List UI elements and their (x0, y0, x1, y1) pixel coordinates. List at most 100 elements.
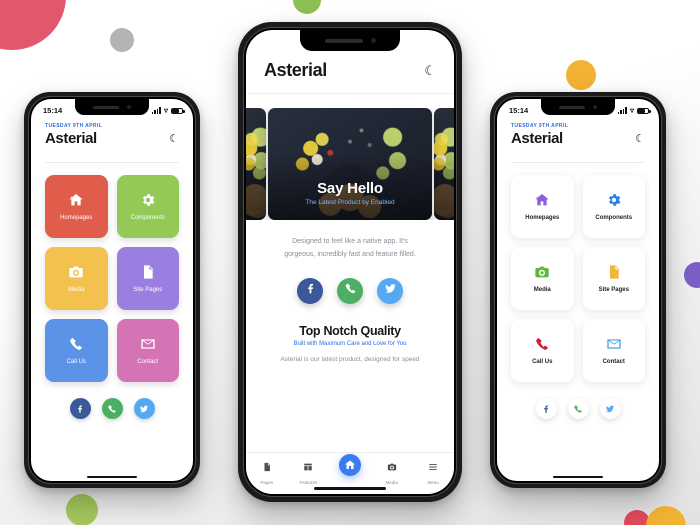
social-button-phone[interactable] (567, 398, 589, 419)
intro-blurb: Designed to feel like a native app. It's… (246, 220, 454, 262)
tile-label: Homepages (525, 215, 560, 221)
circle-gray-top (110, 28, 134, 52)
facebook-icon (75, 404, 85, 414)
tile-contact[interactable]: Contact (582, 319, 645, 382)
carousel-slide-next[interactable] (434, 108, 454, 220)
right-status-bar: 15:14 ▿ (497, 99, 659, 117)
tile-media[interactable]: Media (45, 247, 108, 310)
tile-label: Site Pages (598, 287, 629, 293)
center-phone-notch (300, 30, 400, 51)
right-app-header: TUESDAY 9TH APRIL Asterial ☾ (497, 117, 659, 155)
left-tile-grid: Homepages Components Media Site Pages Call U… (31, 163, 193, 382)
left-app-header: TUESDAY 9TH APRIL Asterial ☾ (31, 117, 193, 155)
social-button-phone[interactable] (337, 277, 363, 304)
center-social-row (246, 262, 454, 304)
carousel-slide-active[interactable]: Say Hello The Latest Product by Enabled (268, 108, 432, 220)
tab-label: Pages (260, 480, 274, 485)
social-button-twitter[interactable] (599, 398, 621, 419)
tile-label: Contact (602, 359, 625, 365)
social-button-phone[interactable] (101, 398, 123, 419)
social-button-facebook[interactable] (69, 398, 91, 419)
header-divider (246, 93, 454, 94)
tile-label: Contact (137, 359, 159, 365)
tile-components[interactable]: Components (582, 175, 645, 238)
center-phone-screen: Asterial ☾ Say Hello The Latest Product … (246, 30, 454, 494)
menu-icon (428, 459, 438, 477)
right-phone-bezel: 15:14 ▿ TUESDAY 9TH APRIL Asterial ☾ Hom (494, 96, 662, 484)
tile-site-pages[interactable]: Site Pages (582, 247, 645, 310)
circle-green-bottomleft (66, 494, 98, 525)
tile-call-us[interactable]: Call Us (45, 319, 108, 382)
food-photo (434, 108, 454, 220)
gear-icon (140, 192, 156, 208)
tab-label: Features (299, 480, 318, 485)
tile-call-us[interactable]: Call Us (511, 319, 574, 382)
section-title: Top Notch Quality (299, 323, 401, 338)
home-icon (68, 192, 84, 208)
hero-title: Say Hello (317, 180, 383, 197)
carousel-slide-prev[interactable] (246, 108, 266, 220)
food-photo (246, 108, 266, 220)
moon-icon[interactable]: ☾ (424, 63, 436, 79)
home-indicator (553, 475, 603, 478)
left-phone-screen: 15:14 ▿ TUESDAY 9TH APRIL Asterial ☾ Hom (31, 99, 193, 481)
circle-yellow-bottomright (646, 506, 686, 525)
home-icon (338, 454, 361, 476)
social-button-twitter[interactable] (377, 277, 403, 304)
tab-media[interactable]: Media (371, 459, 413, 485)
social-button-facebook[interactable] (297, 277, 323, 304)
section-body: Asterial is our latest product, designed… (280, 355, 420, 363)
tile-media[interactable]: Media (511, 247, 574, 310)
tile-contact[interactable]: Contact (116, 319, 179, 382)
tab-home[interactable] (329, 454, 371, 476)
battery-icon (171, 107, 185, 114)
facebook-icon (541, 404, 551, 414)
speaker-grille (324, 38, 363, 43)
home-icon (534, 192, 550, 208)
tile-site-pages[interactable]: Site Pages (116, 247, 179, 310)
section-subtitle: Built with Maximum Care and Love for You (293, 340, 407, 347)
social-button-twitter[interactable] (133, 398, 155, 419)
hero-subtitle: The Latest Product by Enabled (305, 199, 395, 206)
moon-icon[interactable]: ☾ (169, 134, 179, 147)
right-phone-screen: 15:14 ▿ TUESDAY 9TH APRIL Asterial ☾ Hom (497, 99, 659, 481)
circle-purple-right (684, 262, 700, 288)
twitter-icon (384, 282, 397, 300)
home-indicator (314, 487, 386, 490)
camera-icon (68, 264, 84, 280)
tile-homepages[interactable]: Homepages (511, 175, 574, 238)
tab-pages[interactable]: Pages (246, 459, 288, 485)
moon-icon[interactable]: ☾ (635, 134, 645, 147)
tile-components[interactable]: Components (116, 175, 179, 238)
app-title: Asterial (264, 60, 327, 80)
tile-label: Call Us (66, 359, 86, 365)
social-button-facebook[interactable] (535, 398, 557, 419)
tab-menu[interactable]: Menu (412, 459, 454, 485)
date-eyebrow: TUESDAY 9TH APRIL (511, 123, 569, 129)
tile-label: Site Pages (133, 287, 163, 293)
tile-homepages[interactable]: Homepages (45, 175, 108, 238)
status-time: 15:14 (509, 106, 529, 115)
right-social-row (497, 382, 659, 419)
twitter-icon (139, 404, 149, 414)
hero-carousel[interactable]: Say Hello The Latest Product by Enabled (246, 108, 454, 220)
quality-section: Top Notch Quality Built with Maximum Car… (246, 304, 454, 366)
tile-label: Components (130, 215, 165, 221)
date-eyebrow: TUESDAY 9TH APRIL (45, 123, 103, 129)
tab-label: Media (385, 480, 398, 485)
left-phone-bezel: 15:14 ▿ TUESDAY 9TH APRIL Asterial ☾ Hom (28, 96, 196, 484)
tile-label: Homepages (60, 215, 93, 221)
gear-icon (606, 192, 622, 208)
grid-icon (303, 459, 313, 477)
battery-icon (637, 107, 651, 114)
facebook-icon (304, 282, 317, 300)
twitter-icon (605, 404, 615, 414)
tile-label: Media (533, 287, 551, 293)
app-title: Asterial (511, 130, 563, 147)
tab-features[interactable]: Features (288, 459, 330, 485)
document-icon (140, 264, 156, 280)
tile-label: Call Us (532, 359, 553, 365)
phone-icon (573, 404, 583, 414)
camera-icon (534, 264, 550, 280)
document-icon (606, 264, 622, 280)
